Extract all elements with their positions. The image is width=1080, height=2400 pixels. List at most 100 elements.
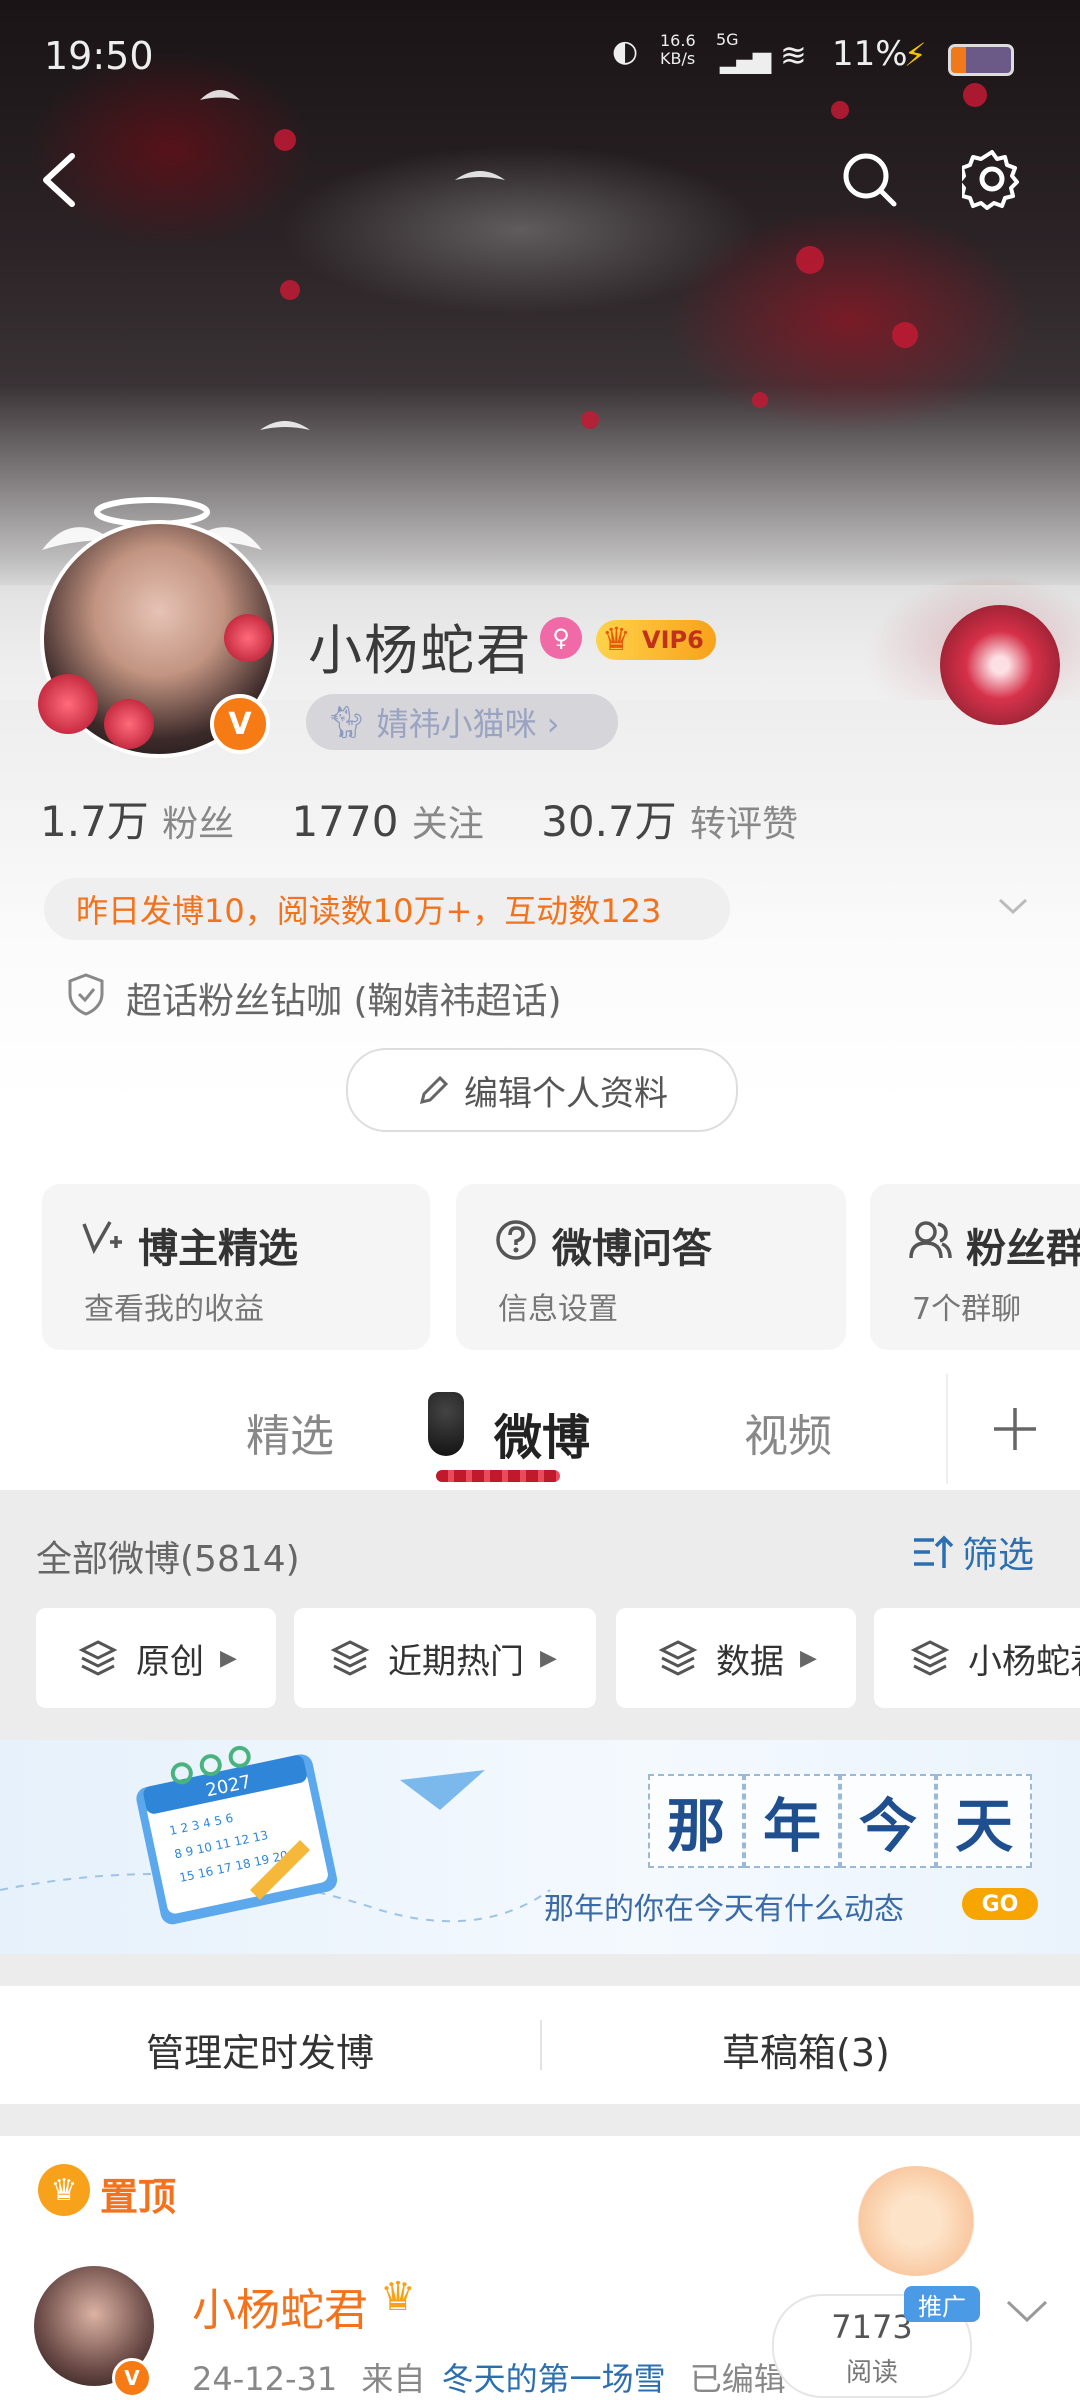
- chip-original[interactable]: 原创 ▶: [36, 1608, 276, 1708]
- chip-label: 数据: [716, 1641, 784, 1682]
- chip-label: 近期热门: [388, 1641, 524, 1682]
- battery-icon: [948, 44, 1014, 76]
- post-meta: 24-12-31 来自 冬天的第一场雪 已编辑: [192, 2354, 786, 2400]
- layers-icon: [330, 1640, 370, 1676]
- shield-icon: [68, 973, 104, 1016]
- read-label: 阅读: [845, 2358, 898, 2388]
- post-source[interactable]: 冬天的第一场雪: [442, 2360, 666, 2398]
- hand-icon: [428, 1392, 464, 1456]
- play-arrow-icon: ▶: [800, 1645, 817, 1671]
- activity-summary[interactable]: 昨日发博10，阅读数10万+，互动数123: [44, 878, 730, 940]
- card-weibo-qa[interactable]: 微博问答 信息设置: [456, 1184, 846, 1350]
- filter-button[interactable]: 筛选: [912, 1526, 1034, 1578]
- following-stat[interactable]: 1770 关注: [292, 795, 484, 847]
- promo-decoration: [856, 2166, 976, 2276]
- drafts-button[interactable]: 草稿箱(3): [722, 2022, 890, 2077]
- chip-author[interactable]: 小杨蛇君: [874, 1608, 1080, 1708]
- chip-recent-hot[interactable]: 近期热门 ▶: [294, 1608, 596, 1708]
- status-time: 19:50: [44, 34, 154, 78]
- avatar-flower-icon: [224, 614, 272, 662]
- back-arrow-icon[interactable]: [36, 150, 86, 210]
- on-this-day-caption: 那年的你在今天有什么动态: [544, 1892, 904, 1927]
- status-bar: 19:50 ◐ 16.6 KB/s 5G ▂▄▆ ≋ 11% ⚡: [0, 30, 1080, 86]
- on-this-day-title: 那 年 今 天: [648, 1774, 1032, 1868]
- gender-female-icon: ♀: [540, 617, 582, 659]
- layers-icon: [658, 1640, 698, 1676]
- chip-label: 原创: [136, 1641, 204, 1682]
- charging-icon: ⚡: [904, 36, 927, 74]
- cat-icon: 🐈︎: [326, 703, 367, 741]
- pinned-label: 置顶: [100, 2175, 177, 2219]
- wifi-icon: ≋: [780, 36, 807, 74]
- manage-row: 管理定时发博 草稿箱(3): [0, 1986, 1080, 2104]
- chip-label: 小杨蛇君: [968, 1641, 1080, 1682]
- decorative-flower-icon: [940, 605, 1060, 725]
- all-posts-count: 全部微博(5814): [36, 1539, 300, 1580]
- promote-button[interactable]: 推广: [904, 2286, 980, 2322]
- card-title: 博主精选: [138, 1226, 298, 1272]
- title-char: 今: [840, 1774, 936, 1868]
- go-button[interactable]: GO: [962, 1888, 1038, 1920]
- chip-data[interactable]: 数据 ▶: [616, 1608, 856, 1708]
- crown-icon: ♛: [38, 2164, 90, 2216]
- followers-stat[interactable]: 1.7万 粉丝: [40, 788, 234, 849]
- pencil-icon: [419, 1075, 449, 1105]
- post-date: 24-12-31: [192, 2360, 338, 2398]
- vip-crown-icon: ♛: [380, 2274, 416, 2320]
- divider: [540, 2020, 542, 2070]
- title-char: 年: [744, 1774, 840, 1868]
- card-title: 微博问答: [552, 1226, 712, 1272]
- on-this-day-banner[interactable]: 2027 1 2 3 4 5 68 9 10 11 12 13 15 16 17 …: [0, 1740, 1080, 1954]
- tab-divider: [946, 1374, 948, 1484]
- card-title: 粉丝群: [966, 1226, 1080, 1272]
- signal-icon: ◐: [612, 34, 639, 69]
- card-subtitle: 查看我的收益: [84, 1292, 264, 1327]
- title-char: 那: [648, 1774, 744, 1868]
- edit-profile-label: 编辑个人资料: [464, 1073, 668, 1114]
- layers-icon: [78, 1640, 118, 1676]
- verified-badge-icon: V: [210, 694, 270, 754]
- post-edited: 已编辑: [689, 2360, 786, 2398]
- vip-level: VIP6: [642, 626, 704, 654]
- chevron-down-icon[interactable]: [996, 894, 1030, 918]
- avatar-flower-icon: [104, 699, 154, 749]
- activity-text: 昨日发博10，阅读数10万+，互动数123: [76, 892, 662, 930]
- net-speed: 16.6 KB/s: [660, 31, 696, 68]
- crown-icon: ♛: [602, 620, 631, 658]
- nickname-tag[interactable]: 🐈︎ 婧祎小猫咪 ›: [306, 694, 618, 750]
- tab-weibo[interactable]: 微博: [494, 1398, 590, 1468]
- nickname-tag-text: 婧祎小猫咪 ›: [376, 705, 560, 743]
- vip-badge[interactable]: ♛ VIP6: [596, 620, 716, 660]
- search-icon[interactable]: [840, 150, 900, 210]
- group-icon: [909, 1221, 952, 1259]
- chevron-down-icon[interactable]: [1004, 2296, 1050, 2326]
- scheduled-posts-button[interactable]: 管理定时发博: [146, 2022, 374, 2077]
- signal-bars-icon: ▂▄▆: [720, 46, 771, 74]
- tab-video[interactable]: 视频: [744, 1400, 832, 1464]
- profile-stats: 1.7万 粉丝 1770 关注 30.7万 转评赞: [40, 788, 798, 849]
- active-tab-indicator: [436, 1470, 560, 1482]
- play-arrow-icon: ▶: [220, 1645, 237, 1671]
- add-tab-icon[interactable]: [990, 1404, 1040, 1454]
- question-icon: [496, 1220, 536, 1260]
- filter-sort-icon: [914, 1535, 954, 1568]
- play-arrow-icon: ▶: [540, 1645, 557, 1671]
- avatar-flower-icon: [38, 674, 98, 734]
- edit-profile-button[interactable]: 编辑个人资料: [346, 1048, 738, 1132]
- tab-featured[interactable]: 精选: [246, 1400, 334, 1464]
- post-author-name[interactable]: 小杨蛇君: [192, 2274, 368, 2338]
- filter-label: 筛选: [962, 1535, 1035, 1576]
- card-creator-picks[interactable]: 博主精选 查看我的收益: [42, 1184, 430, 1350]
- settings-gear-icon[interactable]: [962, 148, 1022, 210]
- likes-stat[interactable]: 30.7万 转评赞: [541, 788, 798, 849]
- super-topic-badge[interactable]: 超话粉丝钻咖 (鞠婧祎超话): [126, 972, 562, 1024]
- pinned-post[interactable]: ♛ 置顶 V 小杨蛇君 ♛ 24-12-31 来自 冬天的第一场雪 已编辑 71…: [0, 2136, 1080, 2400]
- battery-percent: 11%: [832, 34, 908, 74]
- title-char: 天: [936, 1774, 1032, 1868]
- check-plus-icon: [82, 1221, 122, 1255]
- profile-name: 小杨蛇君: [308, 619, 532, 682]
- card-fan-group[interactable]: 粉丝群 7个群聊: [870, 1184, 1080, 1350]
- layers-icon: [910, 1640, 950, 1676]
- verified-badge-icon: V: [112, 2358, 152, 2398]
- card-subtitle: 信息设置: [498, 1292, 618, 1327]
